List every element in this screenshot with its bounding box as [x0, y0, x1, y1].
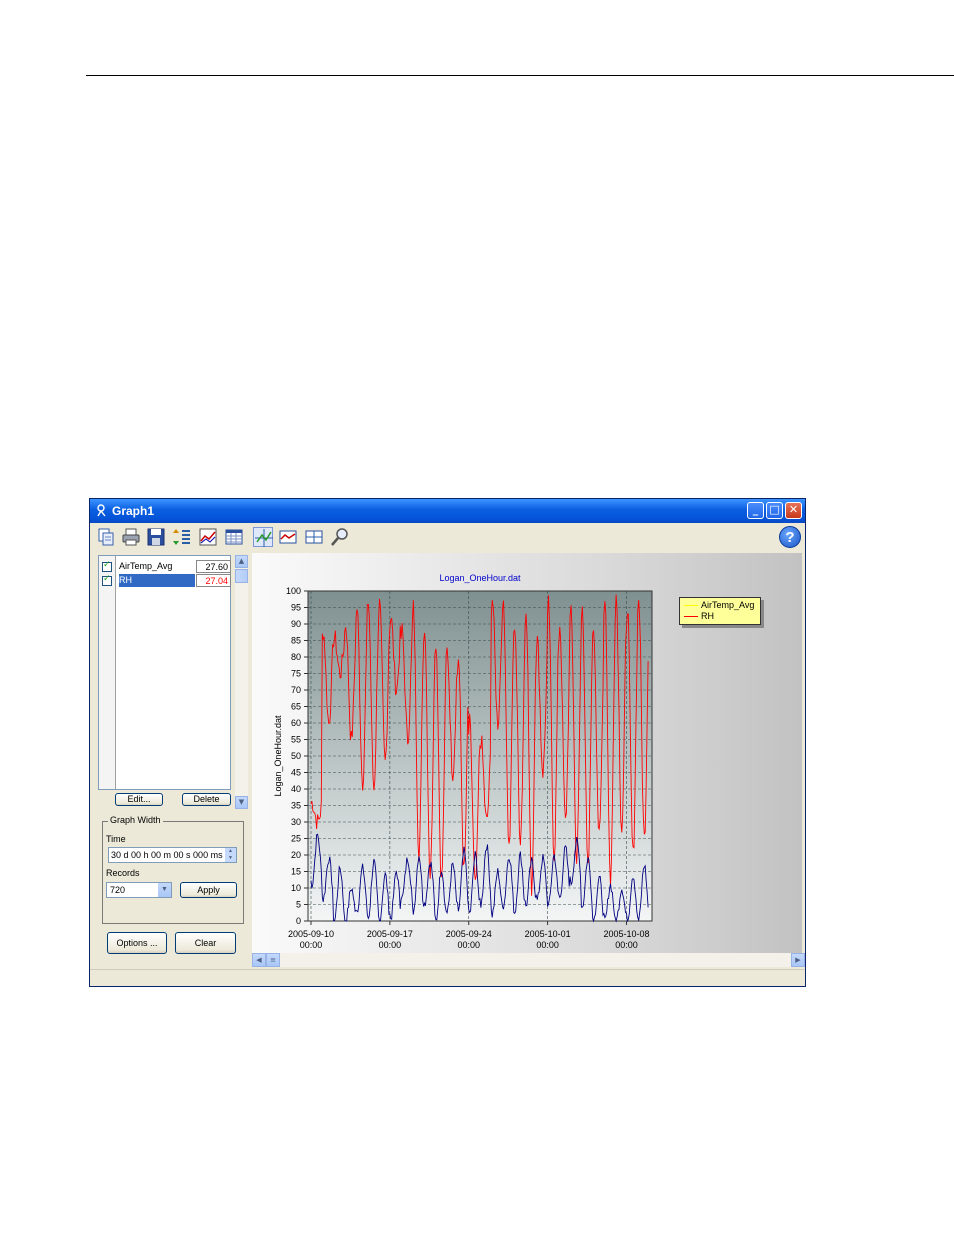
x-tick-label-time: 00:00 [615, 940, 638, 950]
y-tick-label: 75 [291, 669, 301, 679]
app-icon [96, 504, 108, 517]
y-tick-label: 95 [291, 603, 301, 613]
graph-setup-icon[interactable] [198, 527, 218, 547]
delete-button[interactable]: Delete [182, 793, 231, 806]
y-tick-label: 35 [291, 801, 301, 811]
window-title: Graph1 [112, 504, 155, 518]
y-tick-label: 45 [291, 768, 301, 778]
time-input[interactable]: 30 d 00 h 00 m 00 s 000 ms ▲ ▼ [108, 847, 237, 863]
y-tick-label: 70 [291, 685, 301, 695]
y-tick-label: 90 [291, 619, 301, 629]
minimize-button[interactable]: _ [747, 502, 764, 519]
y-tick-label: 0 [296, 916, 301, 926]
x-tick-label-date: 2005-10-01 [525, 929, 571, 939]
time-spinner-icon[interactable]: ▲ ▼ [225, 848, 236, 862]
help-icon[interactable]: ? [779, 526, 801, 548]
y-tick-label: 10 [291, 883, 301, 893]
horizontal-scroll-thumb[interactable]: ≡ [266, 953, 280, 967]
y-tick-label: 60 [291, 718, 301, 728]
x-tick-label-time: 00:00 [300, 940, 323, 950]
maximize-button[interactable]: □ [766, 502, 783, 519]
trace-value-airtemp: 27.60 [196, 560, 231, 573]
graph-horizontal-scrollbar[interactable]: ◀ ≡ ▶ [252, 953, 805, 967]
edit-button[interactable]: Edit... [115, 793, 163, 806]
trace-value-rh: 27.04 [196, 574, 231, 587]
y-tick-label: 55 [291, 735, 301, 745]
scroll-down-icon[interactable]: ▼ [235, 796, 248, 809]
legend-label-airtemp: AirTemp_Avg [701, 600, 755, 610]
graph-window: Graph1 _ □ ✕ ? ✓ AirTemp_Avg 27.60 ✓ RH … [89, 498, 806, 987]
x-tick-label-time: 00:00 [379, 940, 402, 950]
list-gutter [99, 556, 116, 789]
scroll-up-icon[interactable]: ▲ [235, 555, 248, 568]
x-tick-label-date: 2005-10-08 [603, 929, 649, 939]
y-tick-label: 30 [291, 817, 301, 827]
time-input-value: 30 d 00 h 00 m 00 s 000 ms [111, 850, 223, 860]
chevron-down-icon[interactable]: ▼ [158, 883, 171, 897]
records-select[interactable]: 720 ▼ [106, 882, 172, 898]
trace-panel: AirTemp_Avg 27.60 RH 27.04 ▲ ▼ Edit... D… [94, 553, 249, 968]
x-tick-label-date: 2005-09-24 [446, 929, 492, 939]
x-tick-label-time: 00:00 [536, 940, 559, 950]
chart-title: Logan_OneHour.dat [439, 573, 521, 583]
time-label: Time [106, 834, 126, 844]
close-button[interactable]: ✕ [785, 502, 802, 519]
cursor-icon[interactable] [304, 527, 324, 547]
trace-label-rh[interactable]: RH [119, 574, 195, 587]
scroll-right-icon[interactable]: ▶ [791, 953, 805, 967]
clear-button[interactable]: Clear [175, 932, 236, 954]
y-tick-label: 20 [291, 850, 301, 860]
chart-legend[interactable]: AirTemp_Avg RH [679, 597, 761, 625]
table-icon[interactable] [224, 527, 244, 547]
toolbar: ? [90, 523, 805, 551]
save-icon[interactable] [146, 527, 166, 547]
trace-label-airtemp[interactable]: AirTemp_Avg [119, 560, 195, 573]
y-axis-label: Logan_OneHour.dat [273, 715, 283, 797]
y-tick-label: 80 [291, 652, 301, 662]
trace-list[interactable]: AirTemp_Avg 27.60 RH 27.04 [98, 555, 231, 790]
y-tick-label: 40 [291, 784, 301, 794]
legend-swatch-airtemp [684, 605, 698, 606]
y-tick-label: 15 [291, 867, 301, 877]
apply-button[interactable]: Apply [180, 882, 237, 898]
records-value: 720 [110, 885, 126, 895]
trace-checkbox-airtemp[interactable] [102, 560, 112, 572]
page-header-rule [86, 75, 954, 76]
trace-checkbox-rh[interactable] [102, 574, 112, 586]
trace-list-scrollbar[interactable]: ▲ ▼ [235, 555, 248, 809]
x-tick-label-date: 2005-09-17 [367, 929, 413, 939]
scale-icon[interactable] [253, 527, 273, 547]
copy-icon[interactable] [96, 527, 116, 547]
scroll-left-icon[interactable]: ◀ [252, 953, 266, 967]
status-bar [90, 969, 805, 986]
zoom-icon[interactable] [330, 527, 350, 547]
legend-label-rh: RH [701, 611, 714, 621]
graph-width-group: Graph Width Time 30 d 00 h 00 m 00 s 000… [102, 815, 244, 924]
x-tick-label-time: 00:00 [457, 940, 480, 950]
y-tick-label: 65 [291, 702, 301, 712]
print-icon[interactable] [121, 527, 141, 547]
legend-swatch-rh [684, 616, 698, 617]
y-tick-label: 50 [291, 751, 301, 761]
y-tick-label: 100 [286, 586, 301, 596]
records-label: Records [106, 868, 140, 878]
graph-area[interactable]: 0 5 10 15 20 25 30 35 40 45 50 55 60 65 70 75 80 85 90 95 10… [252, 553, 802, 953]
trend-icon[interactable] [278, 527, 298, 547]
title-bar[interactable]: Graph1 _ □ ✕ [90, 499, 805, 523]
sort-list-icon[interactable] [172, 527, 192, 547]
options-button[interactable]: Options ... [107, 932, 167, 954]
y-tick-label: 85 [291, 636, 301, 646]
y-tick-label: 25 [291, 834, 301, 844]
y-tick-label: 5 [296, 900, 301, 910]
scroll-thumb[interactable] [235, 569, 248, 583]
graph-width-title: Graph Width [108, 815, 163, 825]
x-tick-label-date: 2005-09-10 [288, 929, 334, 939]
